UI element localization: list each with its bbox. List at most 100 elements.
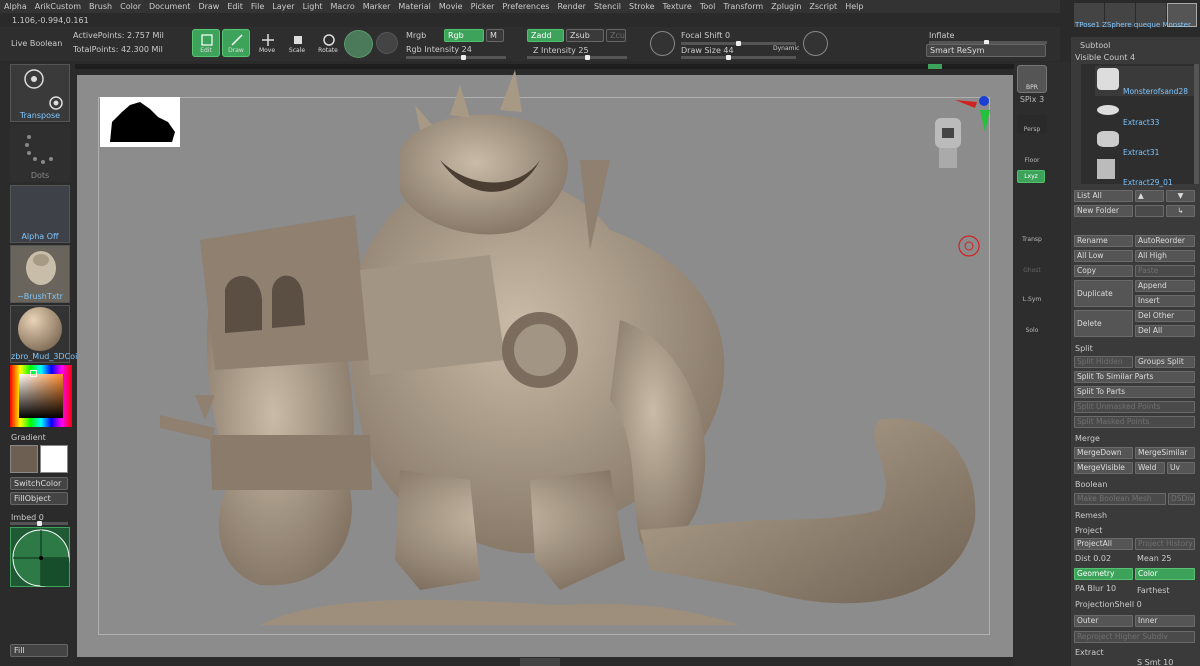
menu-item-texture[interactable]: Texture (659, 0, 696, 13)
all-low-button[interactable]: All Low (1074, 250, 1133, 262)
rgb-intensity-label[interactable]: Rgb Intensity 24 (406, 45, 472, 54)
mean-slider[interactable]: Mean 25 (1137, 554, 1172, 563)
rgb-intensity-slider[interactable] (406, 55, 506, 60)
menu-item-tool[interactable]: Tool (696, 0, 720, 13)
material-sphere-icon[interactable] (344, 30, 373, 58)
outer-toggle[interactable]: Outer (1074, 615, 1133, 627)
color-toggle[interactable]: Color (1135, 568, 1195, 580)
mrgb-button[interactable]: Mrgb (406, 31, 426, 40)
transpose-button[interactable]: Transpose (10, 64, 70, 122)
new-folder-button[interactable]: New Folder (1074, 205, 1133, 217)
menu-item-arikcustom[interactable]: ArikCustom (31, 0, 85, 13)
insert-button[interactable]: Insert (1135, 295, 1195, 307)
smart-resym-button[interactable]: Smart ReSym (926, 44, 1046, 57)
rgb-button[interactable]: Rgb (444, 29, 484, 42)
rename-button[interactable]: Rename (1074, 235, 1133, 247)
groups-split-button[interactable]: Groups Split (1135, 356, 1195, 368)
reproject-button[interactable]: Reproject Higher Subdiv (1074, 631, 1195, 643)
z-intensity-knob[interactable] (585, 55, 590, 60)
menu-item-preferences[interactable]: Preferences (498, 0, 553, 13)
project-history-button[interactable]: Project History (1135, 538, 1195, 550)
del-other-button[interactable]: Del Other (1135, 310, 1195, 322)
edit-button[interactable]: Edit (192, 29, 220, 57)
focal-shift-icon[interactable] (650, 31, 675, 56)
copy-button[interactable]: Copy (1074, 265, 1133, 277)
menu-item-transform[interactable]: Transform (719, 0, 767, 13)
menu-item-help[interactable]: Help (841, 0, 867, 13)
uv-button[interactable]: Uv (1167, 462, 1195, 474)
focal-shift-knob[interactable] (736, 41, 741, 46)
subtool-header[interactable]: Subtool (1080, 41, 1110, 50)
view-navigation-gizmo[interactable] (925, 90, 995, 170)
geometry-toggle[interactable]: Geometry (1074, 568, 1133, 580)
append-button[interactable]: Append (1135, 280, 1195, 292)
menu-item-stencil[interactable]: Stencil (590, 0, 625, 13)
color-cursor[interactable] (30, 370, 37, 377)
s-smt-slider[interactable]: S Smt 10 (1137, 658, 1173, 666)
bottom-shelf-handle[interactable] (520, 658, 560, 666)
menu-item-material[interactable]: Material (394, 0, 435, 13)
inner-toggle[interactable]: Inner (1135, 615, 1195, 627)
make-boolean-button[interactable]: Make Boolean Mesh (1074, 493, 1166, 505)
z-intensity-label[interactable]: Z Intensity 25 (533, 46, 589, 55)
boolean-section[interactable]: Boolean (1075, 480, 1107, 489)
menu-item-render[interactable]: Render (553, 0, 589, 13)
menu-item-draw[interactable]: Draw (194, 0, 223, 13)
menu-item-zplugin[interactable]: Zplugin (767, 0, 805, 13)
material-button[interactable]: zbro_Mud_3DCoi (10, 305, 77, 363)
move-up-button[interactable] (1135, 205, 1164, 217)
draw-size-label[interactable]: Draw Size 44 (681, 46, 734, 55)
scale-button[interactable]: Scale (283, 29, 311, 57)
paste-button[interactable]: Paste (1135, 265, 1195, 277)
live-boolean-toggle[interactable]: Live Boolean (11, 39, 62, 48)
move-down-button[interactable]: ↳ (1166, 205, 1195, 217)
menu-item-color[interactable]: Color (116, 0, 145, 13)
merge-visible-button[interactable]: MergeVisible (1074, 462, 1133, 474)
floor-button[interactable]: Floor (1017, 144, 1047, 164)
menu-item-stroke[interactable]: Stroke (625, 0, 659, 13)
main-color-swatch[interactable] (10, 445, 38, 473)
solo-button[interactable]: Solo (1017, 310, 1047, 334)
menu-item-file[interactable]: File (247, 0, 268, 13)
arrow-up-button[interactable]: ▲ (1135, 190, 1164, 202)
extract-section[interactable]: Extract (1075, 648, 1104, 657)
split-similar-button[interactable]: Split To Similar Parts (1074, 371, 1195, 383)
draw-button[interactable]: Draw (222, 29, 250, 57)
split-masked-button[interactable]: Split Masked Points (1074, 416, 1195, 428)
alpha-off-button[interactable]: Alpha Off (10, 185, 70, 243)
dynamic-toggle[interactable]: Dynamic (773, 45, 799, 52)
duplicate-button[interactable]: Duplicate (1074, 280, 1133, 307)
dist-slider[interactable]: Dist 0.02 (1075, 554, 1111, 563)
spix-control[interactable]: SPix 3 (1017, 95, 1047, 104)
draw-size-slider[interactable] (681, 55, 796, 60)
fill-object-button[interactable]: FillObject (10, 492, 68, 505)
thumbnail-view[interactable] (100, 97, 180, 147)
delete-button[interactable]: Delete (1074, 310, 1133, 337)
color-picker[interactable] (10, 365, 72, 427)
del-all-button[interactable]: Del All (1135, 325, 1195, 337)
saturation-square[interactable] (19, 374, 63, 418)
dsdiv-button[interactable]: DSDiv (1168, 493, 1195, 505)
subtool-list[interactable]: Monsterofsand28 Extract33 Extract31 Extr… (1081, 64, 1200, 187)
imbed-knob[interactable] (37, 521, 42, 526)
merge-section[interactable]: Merge (1075, 434, 1100, 443)
merge-down-button[interactable]: MergeDown (1074, 447, 1133, 459)
pa-blur-slider[interactable]: PA Blur 10 (1075, 584, 1116, 593)
transp-button[interactable]: Transp (1017, 217, 1047, 243)
inflate-label[interactable]: Inflate (929, 31, 954, 40)
project-all-button[interactable]: ProjectAll (1074, 538, 1133, 550)
menu-item-movie[interactable]: Movie (435, 0, 467, 13)
m-button[interactable]: M (486, 29, 504, 42)
menu-item-brush[interactable]: Brush (85, 0, 116, 13)
secondary-color-swatch[interactable] (40, 445, 68, 473)
subtool-item[interactable]: Extract29_01 (1095, 157, 1200, 187)
menu-item-light[interactable]: Light (299, 0, 327, 13)
subtool-scrollbar[interactable] (1194, 64, 1199, 184)
draw-size-knob[interactable] (726, 55, 731, 60)
rgb-intensity-knob[interactable] (461, 55, 466, 60)
draw-size-lock-icon[interactable] (803, 31, 828, 56)
farthest-toggle[interactable]: Farthest (1137, 586, 1170, 595)
menu-item-marker[interactable]: Marker (359, 0, 395, 13)
texture-sphere-icon[interactable] (376, 32, 398, 54)
brush-texture-button[interactable]: ~BrushTxtr (10, 245, 70, 303)
